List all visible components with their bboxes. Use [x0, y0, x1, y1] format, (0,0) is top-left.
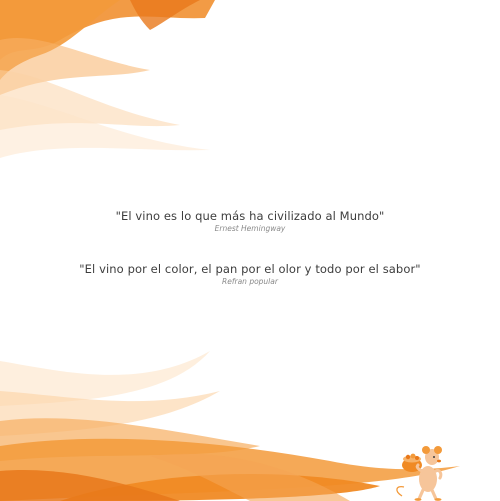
- mouse-basket-illustration: [396, 446, 443, 501]
- quote-2: "El vino por el color, el pan por el olo…: [0, 262, 500, 286]
- top-wave-decoration: [0, 0, 215, 158]
- quote-text: "El vino es lo que más ha civilizado al …: [115, 209, 385, 223]
- quote-1: "El vino es lo que más ha civilizado al …: [0, 209, 500, 233]
- quote-author: Ernest Hemingway: [214, 224, 286, 233]
- quote-author: Refran popular: [222, 277, 278, 286]
- quote-text: "El vino por el color, el pan por el olo…: [79, 262, 421, 276]
